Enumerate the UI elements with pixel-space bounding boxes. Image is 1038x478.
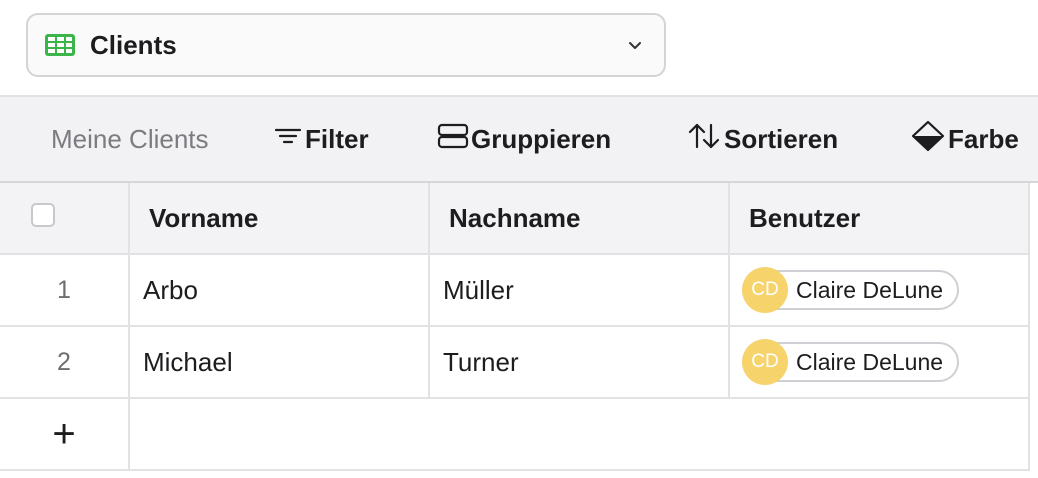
group-icon	[437, 122, 471, 157]
column-header-benutzer[interactable]: Benutzer	[730, 183, 1030, 253]
header-row: Vorname Nachname Benutzer	[0, 183, 1030, 255]
row-number-cell[interactable]: 2	[0, 327, 130, 397]
filter-label: Filter	[305, 123, 369, 154]
chevron-down-icon	[626, 36, 644, 54]
vorname-cell[interactable]: Michael	[130, 327, 430, 397]
user-chip[interactable]: CD Claire DeLune	[742, 267, 960, 313]
table-selector-dropdown[interactable]: Clients	[26, 13, 666, 77]
paint-bucket-icon	[910, 119, 948, 160]
add-row-button[interactable]: +	[0, 399, 130, 469]
select-all-checkbox[interactable]	[31, 203, 55, 227]
group-button[interactable]: Gruppieren	[437, 122, 611, 157]
user-name: Claire DeLune	[796, 276, 944, 303]
select-all-cell	[0, 183, 130, 253]
user-name: Claire DeLune	[796, 348, 944, 375]
view-toolbar: Meine Clients Filter Gruppieren Sortiere…	[0, 95, 1038, 183]
filter-icon	[273, 123, 305, 156]
avatar: CD	[742, 267, 788, 313]
group-label: Gruppieren	[471, 123, 612, 154]
row-number-cell[interactable]: 1	[0, 255, 130, 325]
sort-label: Sortieren	[724, 123, 839, 154]
plus-icon: +	[52, 411, 76, 456]
add-row-empty-area[interactable]	[130, 399, 1030, 469]
filter-button[interactable]: Filter	[273, 123, 369, 156]
nachname-cell[interactable]: Müller	[430, 255, 730, 325]
color-button[interactable]: Farbe	[910, 119, 1019, 160]
view-name[interactable]: Meine Clients	[51, 124, 209, 155]
column-header-vorname[interactable]: Vorname	[130, 183, 430, 253]
vorname-cell[interactable]: Arbo	[130, 255, 430, 325]
color-label: Farbe	[948, 123, 1019, 154]
avatar: CD	[742, 339, 788, 385]
sort-button[interactable]: Sortieren	[686, 121, 838, 158]
column-header-nachname[interactable]: Nachname	[430, 183, 730, 253]
sort-arrows-icon	[686, 121, 724, 158]
benutzer-cell[interactable]: CD Claire DeLune	[730, 255, 1030, 325]
nachname-cell[interactable]: Turner	[430, 327, 730, 397]
user-chip[interactable]: CD Claire DeLune	[742, 339, 960, 385]
grid-table-icon	[44, 33, 76, 57]
benutzer-cell[interactable]: CD Claire DeLune	[730, 327, 1030, 397]
row-number: 2	[57, 347, 71, 376]
table-name: Clients	[90, 29, 177, 60]
records-grid: Vorname Nachname Benutzer 1 Arbo Müller …	[0, 183, 1030, 471]
table-row: 1 Arbo Müller CD Claire DeLune	[0, 255, 1030, 327]
add-row: +	[0, 399, 1030, 471]
row-number: 1	[57, 275, 71, 304]
table-row: 2 Michael Turner CD Claire DeLune	[0, 327, 1030, 399]
